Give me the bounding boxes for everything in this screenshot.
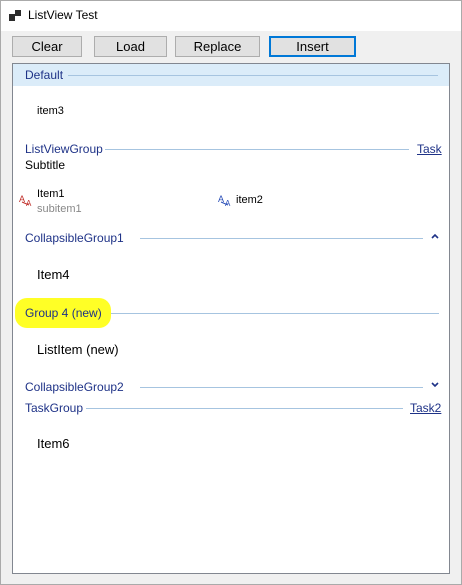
blue-a-icon: A A [218, 194, 231, 207]
replace-button[interactable]: Replace [175, 36, 260, 57]
group-divider [86, 408, 403, 409]
app-window: ListView Test Clear Load Replace Insert … [0, 0, 462, 585]
clear-button[interactable]: Clear [12, 36, 82, 57]
group-divider [68, 75, 438, 76]
svg-text:A: A [225, 199, 231, 207]
group-title-collapsible2: CollapsibleGroup2 [25, 380, 124, 394]
task-link[interactable]: Task [417, 142, 442, 156]
group-divider [105, 149, 409, 150]
task2-link[interactable]: Task2 [410, 401, 441, 415]
red-a-icon: A A [19, 194, 32, 207]
app-icon [9, 10, 21, 21]
group-header-collapsible2[interactable]: CollapsibleGroup2 [13, 376, 449, 398]
group-title-listviewgroup: ListViewGroup [25, 142, 103, 156]
svg-text:A: A [26, 199, 32, 207]
group-title-taskgroup: TaskGroup [25, 401, 84, 415]
group-header-collapsible1[interactable]: CollapsibleGroup1 [13, 227, 449, 249]
group-subtitle: Subtitle [25, 158, 66, 172]
list-item-item4[interactable]: Item4 [37, 267, 70, 282]
group-title-default: Default [25, 68, 64, 82]
list-view[interactable]: Default item3 ListViewGroup Task Subtitl… [12, 63, 450, 574]
chevron-down-icon[interactable] [430, 380, 440, 390]
window-title: ListView Test [28, 8, 98, 22]
load-button[interactable]: Load [94, 36, 167, 57]
group-title-group4: Group 4 (new) [25, 306, 102, 320]
item1-subitem: subitem1 [37, 203, 82, 215]
group-header-default[interactable]: Default [13, 64, 449, 86]
list-item-item3[interactable]: item3 [37, 105, 64, 117]
title-bar: ListView Test [1, 1, 461, 31]
group-header-taskgroup[interactable]: TaskGroup Task2 [13, 397, 449, 419]
group-title-collapsible1: CollapsibleGroup1 [25, 231, 124, 245]
group-header-listviewgroup[interactable]: ListViewGroup Task [13, 138, 449, 160]
item1-label: Item1 [37, 188, 65, 200]
group-divider [111, 313, 439, 314]
item2-label: item2 [236, 194, 263, 206]
group-divider [140, 387, 423, 388]
insert-button[interactable]: Insert [269, 36, 356, 57]
chevron-up-icon[interactable] [430, 231, 440, 241]
list-item-listitem-new[interactable]: ListItem (new) [37, 342, 119, 357]
list-item-item6[interactable]: Item6 [37, 436, 70, 451]
group-divider [140, 238, 423, 239]
group-header-group4[interactable]: Group 4 (new) [13, 302, 449, 324]
